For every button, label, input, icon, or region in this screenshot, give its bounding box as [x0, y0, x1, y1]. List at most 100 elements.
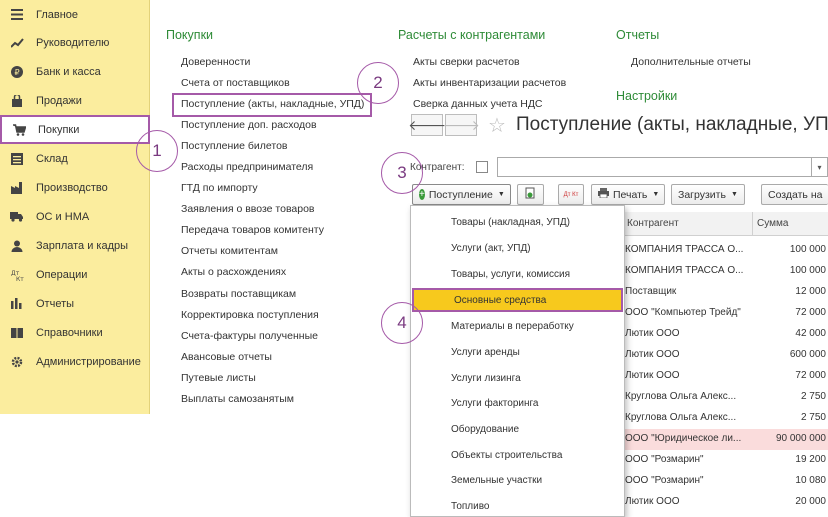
menu-item-materials-processing[interactable]: Материалы в переработку	[411, 314, 624, 338]
menu-item-goods-services-commission[interactable]: Товары, услуги, комиссия	[411, 262, 624, 286]
menu-item-rent-services[interactable]: Услуги аренды	[411, 340, 624, 364]
section-title-settings: Настройки	[616, 89, 678, 103]
dt-kt-button[interactable]: Дт Кт	[558, 184, 584, 205]
printer-icon	[598, 188, 609, 201]
sidebar-item-label: Зарплата и кадры	[36, 239, 129, 252]
table-row[interactable]: КОМПАНИЯ ТРАССА О... 100 000	[623, 261, 828, 282]
load-button[interactable]: Загрузить ▼	[671, 184, 745, 205]
cell-amount: 600 000	[789, 349, 826, 360]
link-customs-declaration[interactable]: ГТД по импорту	[181, 182, 258, 194]
sidebar-item-label: Операции	[36, 268, 88, 281]
favorite-star-icon[interactable]: ☆	[488, 113, 506, 138]
print-button[interactable]: Печать ▼	[591, 184, 665, 205]
table-row[interactable]: Лютик ООО 600 000	[623, 345, 828, 366]
table-row[interactable]: ООО "Розмарин" 19 200	[623, 450, 828, 471]
link-received-invoices[interactable]: Счета-фактуры полученные	[181, 330, 318, 342]
callout-2: 2	[357, 62, 399, 104]
table-row[interactable]: ООО "Юридическое ли... 90 000 000	[623, 429, 828, 450]
warehouse-icon	[10, 152, 24, 166]
sidebar-item-references[interactable]: Справочники	[0, 318, 150, 347]
table-row[interactable]: Лютик ООО 20 000	[623, 492, 828, 513]
sidebar-item-payroll[interactable]: Зарплата и кадры	[0, 231, 150, 260]
link-consignor-reports[interactable]: Отчеты комитентам	[181, 245, 278, 257]
table-row[interactable]: Лютик ООО 42 000	[623, 324, 828, 345]
callout-4: 4	[381, 302, 423, 344]
sidebar-item-main[interactable]: Главное	[0, 0, 150, 29]
link-supplier-returns[interactable]: Возвраты поставщикам	[181, 288, 296, 300]
chevron-down-icon[interactable]: ▾	[811, 158, 827, 176]
book-icon	[10, 326, 24, 340]
cell-counterparty: Лютик ООО	[625, 328, 680, 339]
sidebar-item-operations[interactable]: Дт Кт Операции	[0, 260, 150, 289]
table-row[interactable]: КОМПАНИЯ ТРАССА О... 100 000	[623, 240, 828, 261]
table-row[interactable]: Лютик ООО 72 000	[623, 366, 828, 387]
coin-icon: ₽	[10, 65, 24, 79]
copy-button[interactable]	[517, 184, 544, 205]
counterparty-checkbox[interactable]	[476, 161, 488, 173]
cell-amount: 72 000	[795, 370, 826, 381]
receipt-dropdown-button[interactable]: + Поступление ▼	[412, 184, 511, 205]
cell-amount: 100 000	[789, 244, 826, 255]
link-transfer-to-consignor[interactable]: Передача товаров комитенту	[181, 224, 324, 236]
link-entrepreneur-expenses[interactable]: Расходы предпринимателя	[181, 161, 313, 173]
cell-amount: 90 000 000	[775, 433, 826, 444]
sidebar-item-production[interactable]: Производство	[0, 173, 150, 202]
menu-item-fixed-assets[interactable]: Основные средства	[412, 288, 623, 312]
callout-3: 3	[381, 152, 423, 194]
link-receipt-adjustment[interactable]: Корректировка поступления	[181, 309, 319, 321]
link-import-applications[interactable]: Заявления о ввозе товаров	[181, 203, 315, 215]
column-header-amount[interactable]: Сумма	[753, 212, 828, 236]
cell-amount: 20 000	[795, 496, 826, 507]
create-based-on-button[interactable]: Создать на	[761, 184, 828, 205]
table-row[interactable]: ООО "Компьютер Трейд" 72 000	[623, 303, 828, 324]
menu-item-fuel[interactable]: Топливо	[411, 494, 624, 517]
column-header-counterparty[interactable]: Контрагент	[623, 212, 753, 236]
menu-item-construction-objects[interactable]: Объекты строительства	[411, 443, 624, 467]
table-row[interactable]: Иностранный поставщик26 900	[623, 513, 828, 517]
link-reconciliation-acts[interactable]: Акты сверки расчетов	[413, 56, 520, 68]
menu-item-services[interactable]: Услуги (акт, УПД)	[411, 236, 624, 260]
link-tickets[interactable]: Поступление билетов	[181, 140, 288, 152]
forward-button[interactable]: 🡒	[442, 114, 480, 136]
cell-counterparty: Круглова Ольга Алекс...	[625, 391, 737, 402]
sidebar-item-purchases[interactable]: Покупки	[0, 115, 150, 144]
table-row[interactable]: Круглова Ольга Алекс... 2 750	[623, 387, 828, 408]
link-inventory-acts[interactable]: Акты инвентаризации расчетов	[413, 77, 566, 89]
sidebar-item-bank[interactable]: ₽ Банк и касса	[0, 57, 150, 86]
svg-text:Кт: Кт	[16, 276, 24, 281]
menu-item-land-plots[interactable]: Земельные участки	[411, 468, 624, 492]
link-additional-expenses[interactable]: Поступление доп. расходов	[181, 119, 317, 131]
cell-amount: 19 200	[795, 454, 826, 465]
menu-item-equipment[interactable]: Оборудование	[411, 417, 624, 441]
link-waybills[interactable]: Путевые листы	[181, 372, 256, 384]
link-additional-reports[interactable]: Дополнительные отчеты	[631, 56, 751, 68]
sidebar-item-warehouse[interactable]: Склад	[0, 144, 150, 173]
sidebar-item-reports[interactable]: Отчеты	[0, 289, 150, 318]
link-powers-of-attorney[interactable]: Доверенности	[181, 56, 250, 68]
link-advance-reports[interactable]: Авансовые отчеты	[181, 351, 272, 363]
menu-item-factoring-services[interactable]: Услуги факторинга	[411, 391, 624, 415]
arrow-left-icon: 🡐	[408, 116, 446, 133]
cell-amount: 72 000	[795, 307, 826, 318]
sidebar: Главное Руководителю ₽ Банк и касса Прод…	[0, 0, 150, 414]
sidebar-item-fixed-assets[interactable]: ОС и НМА	[0, 202, 150, 231]
cell-counterparty: ООО "Розмарин"	[625, 454, 704, 465]
sidebar-item-admin[interactable]: Администрирование	[0, 347, 150, 376]
link-supplier-invoices[interactable]: Счета от поставщиков	[181, 77, 290, 89]
back-button[interactable]: 🡐	[408, 114, 446, 136]
table-row[interactable]: Круглова Ольга Алекс... 2 750	[623, 408, 828, 429]
menu-item-goods[interactable]: Товары (накладная, УПД)	[411, 210, 624, 234]
menu-item-leasing-services[interactable]: Услуги лизинга	[411, 366, 624, 390]
sidebar-item-manager[interactable]: Руководителю	[0, 28, 150, 57]
link-vat-reconciliation[interactable]: Сверка данных учета НДС	[413, 98, 543, 110]
link-self-employed-payments[interactable]: Выплаты самозанятым	[181, 393, 294, 405]
copy-doc-icon	[525, 187, 536, 202]
cell-counterparty: ООО "Розмарин"	[625, 475, 704, 486]
sidebar-item-sales[interactable]: Продажи	[0, 86, 150, 115]
table-row[interactable]: Поставщик 12 000	[623, 282, 828, 303]
table-row[interactable]: ООО "Розмарин" 10 080	[623, 471, 828, 492]
sidebar-item-label: Справочники	[36, 326, 103, 339]
counterparty-field[interactable]	[497, 157, 828, 177]
bag-icon	[10, 94, 24, 108]
link-discrepancy-acts[interactable]: Акты о расхождениях	[181, 266, 286, 278]
